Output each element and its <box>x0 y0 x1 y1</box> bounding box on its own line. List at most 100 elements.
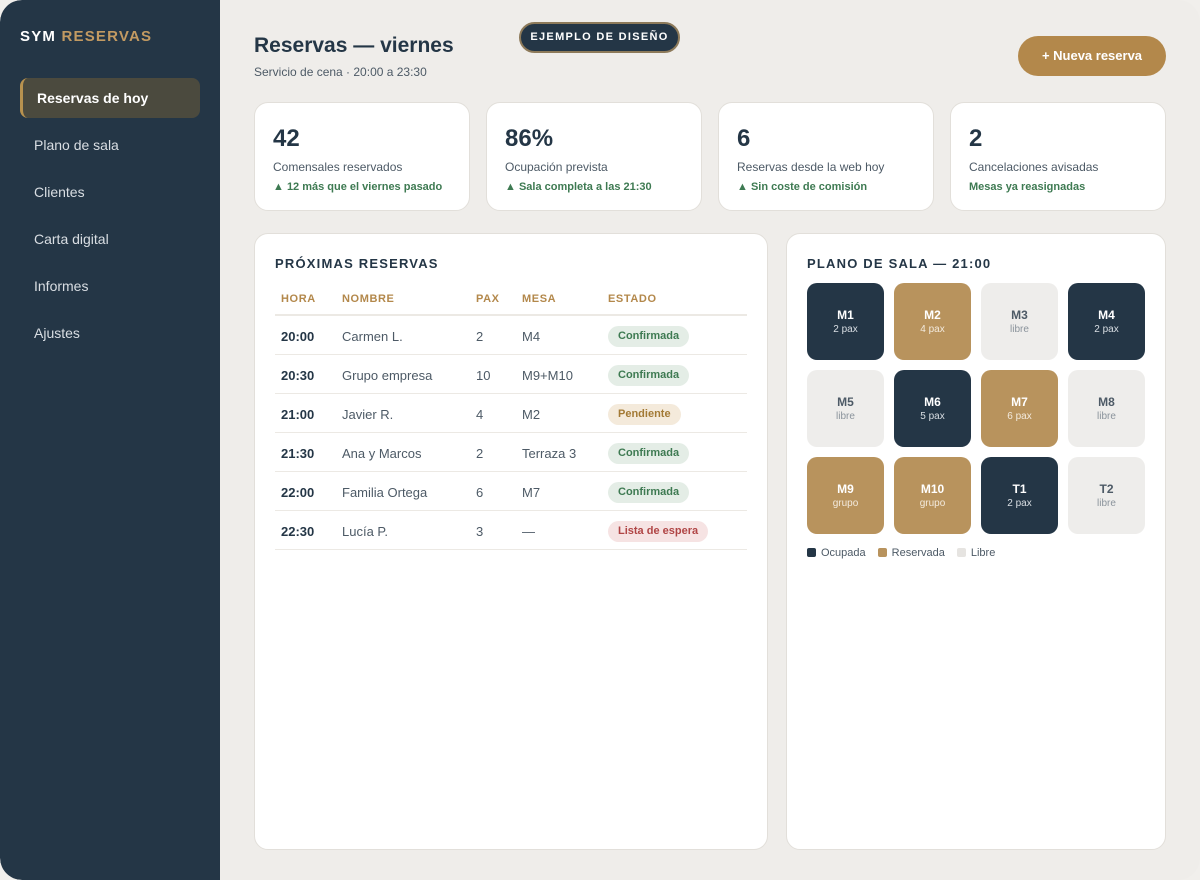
table-detail: 5 pax <box>920 411 945 422</box>
table-name: T2 <box>1099 482 1114 496</box>
cell-mesa: M2 <box>522 407 541 422</box>
stat-note: ▲ Sin coste de comisión <box>737 181 868 193</box>
table-detail: 2 pax <box>1094 324 1119 335</box>
panel-title: PLANO DE SALA — 21:00 <box>807 256 992 271</box>
status-badge: Confirmada <box>608 365 690 386</box>
sidebar-item-informes[interactable]: Informes <box>20 266 200 306</box>
table-row[interactable]: 20:30 Grupo empresa 10 M9+M10 Confirmada <box>275 355 747 394</box>
table-detail: libre <box>1097 498 1116 509</box>
sidebar-item-reservas-de-hoy[interactable]: Reservas de hoy <box>20 78 200 118</box>
cell-pax: 2 <box>476 329 484 344</box>
table-tile-m7[interactable]: M7 6 pax <box>981 370 1058 447</box>
column-header-nombre: NOMBRE <box>342 293 395 305</box>
status-badge: Pendiente <box>608 404 681 425</box>
cell-pax: 4 <box>476 407 484 422</box>
legend-label: Ocupada <box>821 547 866 559</box>
table-name: M2 <box>924 308 941 322</box>
table-tile-m4[interactable]: M4 2 pax <box>1068 283 1145 360</box>
page-subtitle: Servicio de cena · 20:00 a 23:30 <box>254 65 427 79</box>
legend-item: Libre <box>956 547 996 559</box>
brand-part-1: SYM <box>20 28 57 45</box>
table-tile-m9[interactable]: M9 grupo <box>807 457 884 534</box>
table-tile-m8[interactable]: M8 libre <box>1068 370 1145 447</box>
stat-label: Comensales reservados <box>273 160 403 174</box>
table-row[interactable]: 22:30 Lucía P. 3 — Lista de espera <box>275 511 747 550</box>
column-header-pax: PAX <box>476 293 500 305</box>
legend-swatch <box>877 548 887 557</box>
cell-nombre: Grupo empresa <box>342 368 433 383</box>
table-name: M1 <box>837 308 854 322</box>
stat-note: Mesas ya reasignadas <box>969 181 1086 193</box>
table-row[interactable]: 20:00 Carmen L. 2 M4 Confirmada <box>275 316 747 355</box>
legend-label: Libre <box>970 547 996 559</box>
brand-part-2: RESERVAS <box>61 28 153 45</box>
table-name: T1 <box>1012 482 1027 496</box>
table-tile-t1[interactable]: T1 2 pax <box>981 457 1058 534</box>
column-header-hora: HORA <box>281 293 316 305</box>
cell-pax: 6 <box>476 485 484 500</box>
cell-mesa: M4 <box>522 329 541 344</box>
table-row[interactable]: 21:00 Javier R. 4 M2 Pendiente <box>275 394 747 433</box>
table-tile-m10[interactable]: M10 grupo <box>894 457 971 534</box>
table-name: M7 <box>1011 395 1028 409</box>
cell-hora: 20:30 <box>281 368 315 383</box>
app-window: SYM RESERVAS Reservas de hoy Plano de sa… <box>0 0 1200 880</box>
floor-plan-panel: PLANO DE SALA — 21:00 M1 2 pax M2 4 pax M3 li… <box>786 233 1166 850</box>
table-tile-m5[interactable]: M5 libre <box>807 370 884 447</box>
table-detail: libre <box>1010 324 1029 335</box>
sidebar-nav: Reservas de hoy Plano de sala Clientes C… <box>20 78 200 360</box>
table-name: M9 <box>837 482 854 496</box>
table-row[interactable]: 21:30 Ana y Marcos 2 Terraza 3 Confirmada <box>275 433 747 472</box>
page-title: Reservas — viernes <box>254 34 454 57</box>
sidebar-item-ajustes[interactable]: Ajustes <box>20 313 200 353</box>
cell-nombre: Lucía P. <box>342 524 389 539</box>
cell-mesa: M9+M10 <box>522 368 573 383</box>
sidebar-item-plano-de-sala[interactable]: Plano de sala <box>20 125 200 165</box>
stat-label: Cancelaciones avisadas <box>969 160 1099 174</box>
floor-legend: Ocupada Reservada Libre <box>807 547 1007 559</box>
column-header-mesa: MESA <box>522 293 557 305</box>
stat-card-ocupacion: 86% Ocupación prevista ▲ Sala completa a… <box>486 102 702 211</box>
table-detail: grupo <box>919 498 946 509</box>
reservations-panel: PRÓXIMAS RESERVAS HORA NOMBRE PAX MESA E… <box>254 233 768 850</box>
demo-badge: EJEMPLO DE DISEÑO <box>519 22 680 53</box>
brand-logo: SYM RESERVAS <box>20 28 152 45</box>
status-badge: Confirmada <box>608 326 690 347</box>
status-badge: Lista de espera <box>608 521 709 542</box>
cell-nombre: Familia Ortega <box>342 485 428 500</box>
stat-note: ▲ Sala completa a las 21:30 <box>505 181 652 193</box>
table-tile-m2[interactable]: M2 4 pax <box>894 283 971 360</box>
table-name: M10 <box>920 482 945 496</box>
panel-title: PRÓXIMAS RESERVAS <box>275 256 439 271</box>
stat-value: 6 <box>737 125 751 152</box>
sidebar-item-clientes[interactable]: Clientes <box>20 172 200 212</box>
table-tile-m3[interactable]: M3 libre <box>981 283 1058 360</box>
stat-label: Ocupación prevista <box>505 160 608 174</box>
table-tile-t2[interactable]: T2 libre <box>1068 457 1145 534</box>
legend-item: Reservada <box>877 547 945 559</box>
legend-label: Reservada <box>891 547 945 559</box>
legend-swatch <box>807 548 816 557</box>
table-name: M8 <box>1098 395 1115 409</box>
cell-pax: 10 <box>476 368 491 383</box>
table-name: M5 <box>837 395 854 409</box>
sidebar-item-carta-digital[interactable]: Carta digital <box>20 219 200 259</box>
legend-swatch <box>956 548 966 557</box>
stat-card-web: 6 Reservas desde la web hoy ▲ Sin coste … <box>718 102 934 211</box>
stat-label: Reservas desde la web hoy <box>737 160 885 174</box>
table-tile-m1[interactable]: M1 2 pax <box>807 283 884 360</box>
cell-pax: 3 <box>476 524 484 539</box>
new-reservation-button[interactable]: + Nueva reserva <box>1018 36 1166 76</box>
sidebar: SYM RESERVAS Reservas de hoy Plano de sa… <box>0 0 220 880</box>
table-detail: 2 pax <box>1007 498 1032 509</box>
table-row[interactable]: 22:00 Familia Ortega 6 M7 Confirmada <box>275 472 747 511</box>
stat-value: 42 <box>273 125 300 152</box>
stat-value: 2 <box>969 125 983 152</box>
table-detail: grupo <box>832 498 859 509</box>
stat-card-comensales: 42 Comensales reservados ▲ 12 más que el… <box>254 102 470 211</box>
table-tile-m6[interactable]: M6 5 pax <box>894 370 971 447</box>
cell-nombre: Javier R. <box>342 407 394 422</box>
table-name: M6 <box>924 395 941 409</box>
table-header: HORA NOMBRE PAX MESA ESTADO <box>275 286 747 316</box>
table-detail: 2 pax <box>833 324 858 335</box>
